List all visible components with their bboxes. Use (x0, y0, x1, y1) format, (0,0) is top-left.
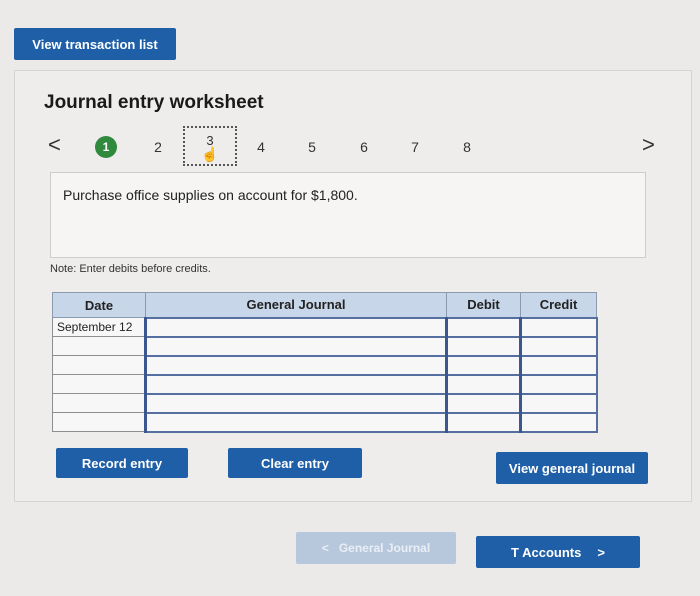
transaction-description: Purchase office supplies on account for … (63, 187, 358, 203)
t-accounts-next-button[interactable]: T Accounts > (476, 536, 640, 568)
credit-input[interactable] (519, 392, 598, 414)
date-cell (52, 393, 146, 413)
clear-entry-button[interactable]: Clear entry (228, 448, 362, 478)
account-input[interactable] (144, 354, 448, 376)
date-cell (52, 355, 146, 375)
column-header-date: Date (52, 292, 146, 318)
record-entry-button[interactable]: Record entry (56, 448, 188, 478)
credit-input[interactable] (519, 411, 598, 433)
journal-table: Date General Journal Debit Credit Septem… (52, 292, 598, 433)
column-header-credit: Credit (520, 292, 597, 318)
table-row (52, 392, 598, 414)
next-step-arrow-icon[interactable]: > (642, 132, 655, 158)
entry-note: Note: Enter debits before credits. (50, 263, 211, 275)
account-input[interactable] (144, 335, 448, 357)
credit-input[interactable] (519, 316, 598, 338)
table-row (52, 335, 598, 357)
credit-input[interactable] (519, 354, 598, 376)
step-1[interactable]: 1 (95, 136, 117, 158)
date-cell (52, 374, 146, 394)
step-5[interactable]: 5 (301, 136, 323, 158)
account-input[interactable] (144, 392, 448, 414)
general-journal-prev-label: General Journal (338, 541, 431, 555)
table-row (52, 354, 598, 376)
column-header-general-journal: General Journal (145, 292, 447, 318)
debit-input[interactable] (445, 354, 522, 376)
view-general-journal-button[interactable]: View general journal (496, 452, 648, 484)
hand-pointer-icon: ☝ (201, 145, 219, 162)
view-transaction-list-button[interactable]: View transaction list (14, 28, 176, 60)
step-3-current[interactable]: 3 ☝ (183, 126, 237, 166)
step-4[interactable]: 4 (250, 136, 272, 158)
date-cell (52, 412, 146, 432)
table-row (52, 373, 598, 395)
debit-input[interactable] (445, 411, 522, 433)
prev-step-arrow-icon[interactable]: < (48, 132, 61, 158)
table-row (52, 411, 598, 433)
credit-input[interactable] (519, 335, 598, 357)
debit-input[interactable] (445, 316, 522, 338)
chevron-right-icon: > (597, 544, 605, 560)
debit-input[interactable] (445, 373, 522, 395)
debit-input[interactable] (445, 335, 522, 357)
general-journal-prev-button[interactable]: < General Journal (296, 532, 456, 564)
table-row: September 12 (52, 316, 598, 338)
credit-input[interactable] (519, 373, 598, 395)
chevron-left-icon: < (321, 541, 329, 555)
date-cell: September 12 (52, 317, 146, 337)
step-6[interactable]: 6 (353, 136, 375, 158)
worksheet-title: Journal entry worksheet (44, 92, 264, 113)
debit-input[interactable] (445, 392, 522, 414)
worksheet-panel (14, 70, 692, 502)
account-input[interactable] (144, 316, 448, 338)
account-input[interactable] (144, 411, 448, 433)
transaction-description-box: Purchase office supplies on account for … (50, 172, 646, 258)
step-8[interactable]: 8 (456, 136, 478, 158)
date-cell (52, 336, 146, 356)
step-7[interactable]: 7 (404, 136, 426, 158)
column-header-debit: Debit (446, 292, 521, 318)
step-2[interactable]: 2 (147, 136, 169, 158)
account-input[interactable] (144, 373, 448, 395)
t-accounts-label: T Accounts (511, 544, 582, 560)
